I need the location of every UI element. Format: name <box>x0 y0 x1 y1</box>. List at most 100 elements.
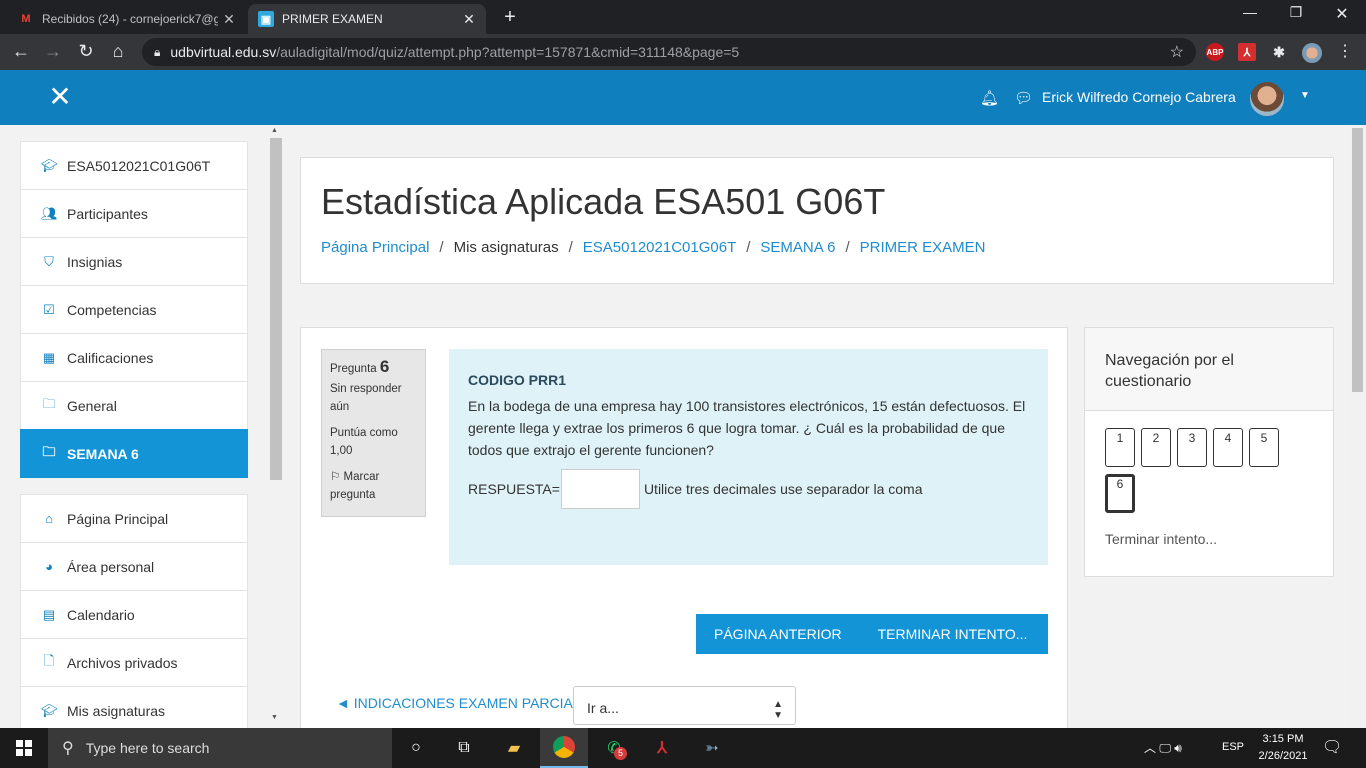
quiz-nav-button-3[interactable]: 3 <box>1177 428 1207 467</box>
lock-icon: 🔒︎ <box>154 44 161 59</box>
pdf-extension-icon[interactable]: ⅄ <box>1238 43 1256 61</box>
restore-icon[interactable]: ❐ <box>1276 4 1316 21</box>
cortana-icon[interactable]: ○ <box>392 728 440 768</box>
back-icon[interactable]: ← <box>10 41 32 62</box>
question-label: Pregunta <box>330 363 377 375</box>
question-code: CODIGO PRR1 <box>468 372 567 388</box>
browser-tab-strip: M Recibidos (24) - cornejoerick7@g ✕ ▣ P… <box>0 0 1366 34</box>
question-info: Pregunta 6 Sin responder aún Puntúa como… <box>321 349 426 517</box>
bell-icon[interactable]: 🔔︎ <box>980 89 999 107</box>
taskbar-search[interactable]: ⚲ Type here to search <box>48 728 392 768</box>
drawer-item-competencias[interactable]: ☑ Competencias <box>20 285 248 334</box>
drawer-item-label: Área personal <box>67 558 155 575</box>
page-scrollbar-thumb[interactable] <box>1352 128 1363 392</box>
quiz-nav-button-2[interactable]: 2 <box>1141 428 1171 467</box>
file-explorer-icon[interactable]: ▰ <box>490 728 538 768</box>
taskbar-clock[interactable]: 3:15 PM 2/26/2021 <box>1252 731 1314 765</box>
previous-activity-link[interactable]: ◄ INDICACIONES EXAMEN PARCIA <box>336 695 573 711</box>
tab-gmail[interactable]: M Recibidos (24) - cornejoerick7@g ✕ <box>8 4 246 34</box>
clock-date: 2/26/2021 <box>1258 750 1308 762</box>
caret-down-icon[interactable]: ▼ <box>1300 90 1310 101</box>
jump-to-label: Ir a... <box>587 700 619 716</box>
app-icon[interactable]: ➳ <box>688 728 736 768</box>
notifications-icon[interactable]: 🗨︎ <box>1322 737 1342 757</box>
quiz-nav-button-5[interactable]: 5 <box>1249 428 1279 467</box>
dashboard-icon: ◕ <box>45 559 53 574</box>
breadcrumb-item[interactable]: SEMANA 6 <box>760 239 835 256</box>
drawer-item-calendario[interactable]: ▤ Calendario <box>20 590 248 639</box>
extensions-puzzle-icon[interactable]: ✱ <box>1270 43 1288 61</box>
flag-question[interactable]: ⚐ Marcar pregunta <box>330 468 417 504</box>
breadcrumb-item[interactable]: Página Principal <box>321 239 429 256</box>
drawer-item-semana-6[interactable]: 🗀 SEMANA 6 <box>20 429 248 478</box>
checkbox-icon: ☑ <box>43 301 55 317</box>
language-indicator[interactable]: ESP <box>1222 741 1244 753</box>
drawer-item-archivos-privados[interactable]: 🗋 Archivos privados <box>20 638 248 687</box>
drawer-item-label: Competencias <box>67 301 157 318</box>
quiz-nav-button-6[interactable]: 6 <box>1105 474 1135 513</box>
home-icon: ⌂ <box>45 511 53 526</box>
answer-label: RESPUESTA= <box>468 481 560 497</box>
drawer-item-label: Mis asignaturas <box>67 702 166 719</box>
drawer-item-course[interactable]: 🎓︎ ESA5012021C01G06T <box>20 141 248 190</box>
system-tray-icons[interactable]: ︿ 🖵︎ 🔊︎ <box>1144 739 1182 756</box>
drawer-item-area-personal[interactable]: ◕ Área personal <box>20 542 248 591</box>
reload-icon[interactable]: ↻ <box>75 41 97 62</box>
close-icon[interactable]: ✕ <box>218 11 240 28</box>
acrobat-icon[interactable]: ⅄ <box>638 728 686 768</box>
close-window-icon[interactable]: ✕ <box>1322 4 1362 24</box>
drawer-item-calificaciones[interactable]: ▦ Calificaciones <box>20 333 248 382</box>
graduation-cap-icon: 🎓︎ <box>41 702 58 718</box>
answer-input[interactable] <box>560 469 640 509</box>
url-host: udbvirtual.edu.sv <box>170 44 277 60</box>
finish-attempt-button[interactable]: TERMINAR INTENTO... <box>878 626 1028 642</box>
previous-page-button[interactable]: PÁGINA ANTERIOR <box>714 626 842 642</box>
scroll-up-icon[interactable]: ▲ <box>271 127 278 134</box>
quiz-nav-button-4[interactable]: 4 <box>1213 428 1243 467</box>
breadcrumb-item[interactable]: ESA5012021C01G06T <box>583 239 736 256</box>
calendar-icon: ▤ <box>42 606 56 622</box>
breadcrumb: Página Principal / Mis asignaturas / ESA5012… <box>321 239 986 256</box>
drawer-item-insignias[interactable]: ⛉ Insignias <box>20 237 248 286</box>
close-drawer-icon[interactable]: ✕ <box>46 83 74 111</box>
menu-dots-icon[interactable]: ⋮ <box>1334 41 1356 61</box>
chat-icon[interactable]: 💬︎ <box>1014 89 1033 107</box>
users-icon: 👥︎ <box>41 205 58 221</box>
shield-icon: ⛉ <box>44 253 54 269</box>
home-icon[interactable]: ⌂ <box>107 41 129 62</box>
minimize-icon[interactable]: — <box>1230 4 1270 20</box>
drawer-item-general[interactable]: 🗀 General <box>20 381 248 430</box>
drawer-item-participantes[interactable]: 👥︎ Participantes <box>20 189 248 238</box>
bookmark-star-icon[interactable]: ☆ <box>1170 42 1184 62</box>
drawer-scrollbar[interactable] <box>270 138 282 480</box>
moodle-navbar: ✕ 🔔︎ 💬︎ Erick Wilfredo Cornejo Cabrera ▼ <box>0 70 1366 125</box>
windows-start-icon[interactable] <box>16 740 32 756</box>
scroll-down-icon[interactable]: ▼ <box>271 714 278 721</box>
drawer-item-pagina-principal[interactable]: ⌂ Página Principal <box>20 494 248 543</box>
tab-primer-examen[interactable]: ▣ PRIMER EXAMEN ✕ <box>248 4 486 34</box>
user-name[interactable]: Erick Wilfredo Cornejo Cabrera <box>1042 89 1236 105</box>
adblock-icon[interactable]: ABP <box>1206 43 1224 61</box>
user-avatar[interactable] <box>1250 82 1284 116</box>
finish-attempt-link[interactable]: Terminar intento... <box>1105 531 1217 547</box>
breadcrumb-item[interactable]: PRIMER EXAMEN <box>860 239 986 256</box>
whatsapp-icon[interactable]: ✆ <box>590 728 638 768</box>
jump-to-select[interactable]: Ir a... ▲ ▼ <box>573 686 796 725</box>
chrome-icon[interactable] <box>540 728 588 768</box>
folder-icon: 🗀 <box>42 395 56 411</box>
new-tab-icon[interactable]: + <box>500 6 520 29</box>
drawer-item-label: Insignias <box>67 253 123 270</box>
task-view-icon[interactable]: ⧉ <box>440 728 488 768</box>
quiz-nav-button-1[interactable]: 1 <box>1105 428 1135 467</box>
forward-icon[interactable]: → <box>42 41 64 62</box>
whatsapp-badge: 5 <box>614 747 627 760</box>
close-icon[interactable]: ✕ <box>458 11 480 28</box>
profile-avatar-icon[interactable] <box>1302 43 1322 63</box>
question-state: Sin responder aún <box>330 383 402 413</box>
quiz-nav-title: Navegación por el cuestionario <box>1085 328 1333 411</box>
answer-hint: Utilice tres decimales use separador la … <box>643 481 923 497</box>
drawer-item-label: SEMANA 6 <box>67 445 139 462</box>
quiz-navigation-block: Navegación por el cuestionario 1 2 3 4 5… <box>1084 327 1334 577</box>
address-bar[interactable]: 🔒︎ udbvirtual.edu.sv/auladigital/mod/qui… <box>142 38 1196 66</box>
url-path: /auladigital/mod/quiz/attempt.php?attemp… <box>276 44 740 60</box>
